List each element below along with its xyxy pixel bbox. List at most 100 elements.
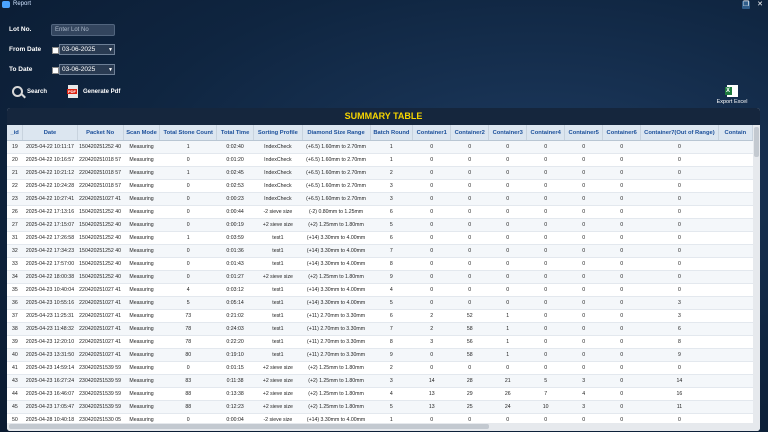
table-cell: (+14) 3.30mm to 4.00mm (302, 296, 370, 310)
table-cell: 0 (412, 348, 451, 362)
restore-icon[interactable]: ❐ (742, 1, 750, 9)
table-cell: 2 (412, 309, 451, 323)
table-row[interactable]: 21 2025-04-22 10:21:12 220420251018 57 Meas… (7, 166, 753, 180)
vertical-scrollbar[interactable] (753, 125, 760, 423)
table-cell: 0 (412, 231, 451, 245)
table-row[interactable]: 43 2025-04-23 16:27:24 230420251539 59 Meas… (7, 374, 753, 388)
column-header[interactable]: Container3 (488, 125, 528, 141)
table-cell: 58 (450, 348, 489, 362)
table-cell: 23 (7, 192, 23, 206)
table-cell: 0 (564, 179, 603, 193)
table-cell (718, 192, 753, 206)
generate-pdf-button[interactable]: PDF Generate Pdf (67, 85, 120, 98)
table-cell: 36 (7, 296, 23, 310)
table-cell: 220420251027 41 (77, 309, 124, 323)
table-cell: 2025-04-23 12:20:10 (22, 335, 78, 349)
summary-grid[interactable]: _id Date Packet No Scan Mode Total Stone Cou… (7, 125, 753, 423)
table-cell: 8 (370, 257, 413, 271)
table-cell: Measuring (123, 309, 160, 323)
column-header[interactable]: Date (22, 125, 78, 141)
table-row[interactable]: 26 2025-04-22 17:13:16 150420251252 40 Meas… (7, 205, 753, 219)
table-row[interactable]: 45 2025-04-23 17:05:47 230420251539 59 Meas… (7, 400, 753, 414)
table-cell: 21 (488, 374, 527, 388)
column-header[interactable]: Scan Mode (123, 125, 161, 141)
table-row[interactable]: 40 2025-04-23 13:31:50 220420251027 41 Meas… (7, 348, 753, 362)
table-cell: -2 sieve size (253, 413, 303, 423)
table-cell: -2 sieve size (253, 205, 303, 219)
column-header[interactable]: Packet No (77, 125, 124, 141)
table-row[interactable]: 19 2025-04-22 10:11:17 150420251252 40 Meas… (7, 140, 753, 154)
table-row[interactable]: 20 2025-04-22 10:16:57 220420251018 57 Meas… (7, 153, 753, 167)
table-cell: 35 (7, 283, 23, 297)
table-cell: 0 (564, 218, 603, 232)
table-row[interactable]: 41 2025-04-23 14:59:14 230420251539 59 Meas… (7, 361, 753, 375)
table-cell: 0 (564, 192, 603, 206)
table-row[interactable]: 44 2025-04-23 16:46:07 230420251539 59 Meas… (7, 387, 753, 401)
excel-icon: X (724, 85, 738, 97)
table-cell: 0 (450, 192, 489, 206)
search-label: Search (27, 88, 48, 95)
table-cell: 0:00:44 (216, 205, 254, 219)
table-cell: 0 (412, 218, 451, 232)
table-row[interactable]: 35 2025-04-23 10:40:04 220420251027 41 Meas… (7, 283, 753, 297)
table-cell: 230420251539 59 (77, 387, 124, 401)
table-row[interactable]: 31 2025-04-22 17:26:58 150420251252 40 Meas… (7, 231, 753, 245)
column-header[interactable]: Diamond Size Range (302, 125, 371, 141)
table-row[interactable]: 23 2025-04-22 10:27:41 220420251027 41 Meas… (7, 192, 753, 206)
table-cell: 0:03:12 (216, 283, 254, 297)
table-cell: 2025-04-23 16:46:07 (22, 387, 78, 401)
table-cell: 20 (7, 153, 23, 167)
to-date-picker[interactable]: 03-06-2025 ▼ (59, 64, 115, 75)
column-header[interactable]: Total Time (216, 125, 255, 141)
column-header[interactable]: Total Stone Count (159, 125, 217, 141)
table-row[interactable]: 36 2025-04-23 10:55:16 220420251027 41 Meas… (7, 296, 753, 310)
table-cell: 0 (488, 179, 527, 193)
table-cell: 230420251539 59 (77, 400, 124, 414)
table-cell: 0 (526, 140, 565, 154)
horizontal-scrollbar[interactable] (7, 423, 760, 431)
column-header[interactable]: Container5 (564, 125, 604, 141)
export-excel-button[interactable]: X Export Excel (716, 85, 748, 105)
column-header[interactable]: Container1 (412, 125, 452, 141)
table-cell: 2025-04-22 17:57:00 (22, 257, 78, 271)
from-date-picker[interactable]: 03-06-2025 ▼ (59, 44, 115, 55)
column-header[interactable]: Contain (718, 125, 753, 141)
column-header[interactable]: _id (7, 125, 24, 141)
column-header[interactable]: Container7(Out of Range) (640, 125, 719, 141)
table-cell: 0 (450, 166, 489, 180)
table-cell: (+6.5) 1.60mm to 2.70mm (302, 179, 370, 193)
table-cell: test1 (253, 296, 303, 310)
table-row[interactable]: 27 2025-04-22 17:15:07 150420251252 40 Meas… (7, 218, 753, 232)
table-cell: 0 (412, 179, 451, 193)
table-row[interactable]: 22 2025-04-22 10:24:28 220420251018 57 Meas… (7, 179, 753, 193)
table-row[interactable]: 32 2025-04-22 17:34:23 150420251252 40 Meas… (7, 244, 753, 258)
table-cell: 1 (488, 335, 527, 349)
table-row[interactable]: 39 2025-04-23 12:20:10 220420251027 41 Meas… (7, 335, 753, 349)
table-cell: 7 (370, 244, 413, 258)
table-row[interactable]: 38 2025-04-23 11:48:32 220420251027 41 Meas… (7, 322, 753, 336)
column-header[interactable]: Container2 (450, 125, 490, 141)
from-date-label: From Date (9, 46, 42, 53)
column-header[interactable]: Batch Round (370, 125, 414, 141)
table-cell: 0 (526, 270, 565, 284)
to-date-checkbox[interactable] (52, 67, 59, 74)
table-cell: (+6.5) 1.60mm to 2.70mm (302, 166, 370, 180)
table-cell: 5 (370, 400, 413, 414)
lot-no-input[interactable]: Enter Lot No (51, 24, 115, 36)
search-button[interactable]: Search (12, 86, 47, 97)
table-row[interactable]: 33 2025-04-22 17:57:00 150420251252 40 Meas… (7, 257, 753, 271)
table-cell: 88 (159, 387, 217, 401)
column-header[interactable]: Container4 (526, 125, 566, 141)
table-cell: 2025-04-23 10:55:16 (22, 296, 78, 310)
table-row[interactable]: 37 2025-04-23 11:25:31 220420251027 41 Meas… (7, 309, 753, 323)
close-icon[interactable]: ✕ (756, 1, 764, 9)
table-cell: 0 (488, 153, 527, 167)
table-row[interactable]: 50 2025-04-28 10:40:18 230420251530 05 Meas… (7, 413, 753, 423)
from-date-checkbox[interactable] (52, 47, 59, 54)
column-header[interactable]: Sorting Profile (253, 125, 303, 141)
table-cell: 0 (159, 179, 217, 193)
column-header[interactable]: Container6 (602, 125, 642, 141)
table-row[interactable]: 34 2025-04-22 18:00:38 150420251252 40 Meas… (7, 270, 753, 284)
table-cell: 0 (640, 166, 719, 180)
table-cell: 3 (564, 400, 603, 414)
